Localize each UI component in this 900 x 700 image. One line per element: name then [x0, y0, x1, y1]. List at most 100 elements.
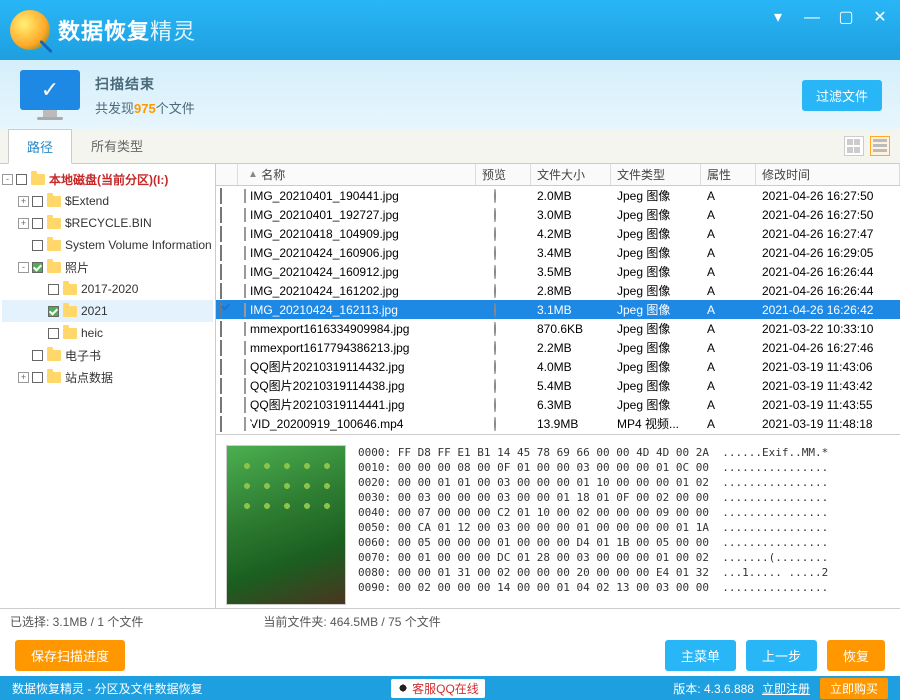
close-button[interactable]: ✕: [870, 8, 890, 28]
magnifier-icon[interactable]: [494, 265, 496, 279]
tab-all-types[interactable]: 所有类型: [72, 128, 162, 163]
tree-item[interactable]: +站点数据: [2, 366, 213, 388]
view-grid-button[interactable]: [844, 136, 864, 156]
magnifier-icon[interactable]: [494, 417, 496, 431]
tree-expander[interactable]: +: [18, 218, 29, 229]
magnifier-icon[interactable]: [494, 398, 496, 412]
magnifier-icon[interactable]: [494, 189, 496, 203]
tree-expander[interactable]: -: [2, 174, 13, 185]
col-checkbox[interactable]: [216, 164, 238, 185]
scan-status-title: 扫描结束: [95, 74, 195, 94]
file-row[interactable]: QQ图片20210319114438.jpg5.4MBJpeg 图像A2021-…: [216, 376, 900, 395]
file-row[interactable]: QQ图片20210319114441.jpg6.3MBJpeg 图像A2021-…: [216, 395, 900, 414]
tree-item[interactable]: 2021: [2, 300, 213, 322]
titlebar: 数据恢复精灵 ▾ — ▢ ✕: [0, 0, 900, 60]
magnifier-icon[interactable]: [494, 303, 496, 317]
view-list-button[interactable]: [870, 136, 890, 156]
magnifier-icon[interactable]: [494, 379, 496, 393]
tree-item[interactable]: System Volume Information: [2, 234, 213, 256]
magnifier-icon[interactable]: [494, 322, 496, 336]
magnifier-icon[interactable]: [494, 284, 496, 298]
folder-tree[interactable]: -本地磁盘(当前分区)(I:)+$Extend+$RECYCLE.BINSyst…: [0, 164, 216, 608]
file-row[interactable]: IMG_20210424_161202.jpg2.8MBJpeg 图像A2021…: [216, 281, 900, 300]
tree-expander[interactable]: [18, 240, 29, 251]
tree-expander[interactable]: +: [18, 372, 29, 383]
minimize-button[interactable]: —: [802, 8, 822, 28]
file-row[interactable]: QQ图片20210319114432.jpg4.0MBJpeg 图像A2021-…: [216, 357, 900, 376]
register-link[interactable]: 立即注册: [762, 680, 810, 697]
tree-checkbox[interactable]: [48, 328, 59, 339]
tree-checkbox[interactable]: [32, 240, 43, 251]
file-row[interactable]: IMG_20210401_192727.jpg3.0MBJpeg 图像A2021…: [216, 205, 900, 224]
dropdown-icon[interactable]: ▾: [768, 8, 788, 28]
filter-files-button[interactable]: 过滤文件: [802, 80, 882, 111]
magnifier-icon[interactable]: [494, 227, 496, 241]
tree-expander[interactable]: [34, 284, 45, 295]
col-modified[interactable]: 修改时间: [756, 164, 900, 185]
file-checkbox[interactable]: [220, 245, 222, 261]
tree-checkbox[interactable]: [32, 196, 43, 207]
col-attr[interactable]: 属性: [701, 164, 756, 185]
file-checkbox[interactable]: [220, 188, 222, 204]
prev-step-button[interactable]: 上一步: [746, 640, 817, 671]
col-type[interactable]: 文件类型: [611, 164, 701, 185]
col-size[interactable]: 文件大小: [531, 164, 611, 185]
tree-checkbox[interactable]: [32, 372, 43, 383]
magnifier-icon[interactable]: [494, 360, 496, 374]
save-progress-button[interactable]: 保存扫描进度: [15, 640, 125, 671]
tree-checkbox[interactable]: [32, 350, 43, 361]
tree-item[interactable]: +$Extend: [2, 190, 213, 212]
file-row[interactable]: mmexport1616334909984.jpg870.6KBJpeg 图像A…: [216, 319, 900, 338]
magnifier-icon[interactable]: [494, 341, 496, 355]
tree-checkbox[interactable]: [32, 262, 43, 273]
file-row[interactable]: IMG_20210424_162113.jpg3.1MBJpeg 图像A2021…: [216, 300, 900, 319]
file-row[interactable]: IMG_20210424_160906.jpg3.4MBJpeg 图像A2021…: [216, 243, 900, 262]
file-checkbox[interactable]: [220, 359, 222, 375]
file-checkbox[interactable]: [220, 226, 222, 242]
tree-item[interactable]: heic: [2, 322, 213, 344]
file-name: IMG_20210424_162113.jpg: [250, 303, 398, 317]
file-checkbox[interactable]: [220, 302, 222, 318]
file-checkbox[interactable]: [220, 340, 222, 356]
main-menu-button[interactable]: 主菜单: [665, 640, 736, 671]
file-row[interactable]: mmexport1617794386213.jpg2.2MBJpeg 图像A20…: [216, 338, 900, 357]
tree-item[interactable]: -本地磁盘(当前分区)(I:): [2, 168, 213, 190]
tree-item[interactable]: 2017-2020: [2, 278, 213, 300]
file-row[interactable]: IMG_20210401_190441.jpg2.0MBJpeg 图像A2021…: [216, 186, 900, 205]
file-checkbox[interactable]: [220, 283, 222, 299]
magnifier-icon[interactable]: [494, 246, 496, 260]
tree-expander[interactable]: -: [18, 262, 29, 273]
file-checkbox[interactable]: [220, 416, 222, 432]
file-list[interactable]: IMG_20210401_190441.jpg2.0MBJpeg 图像A2021…: [216, 186, 900, 434]
tree-expander[interactable]: [34, 328, 45, 339]
maximize-button[interactable]: ▢: [836, 8, 856, 28]
col-preview[interactable]: 预览: [476, 164, 531, 185]
tree-item[interactable]: -照片: [2, 256, 213, 278]
file-checkbox[interactable]: [220, 264, 222, 280]
file-checkbox[interactable]: [220, 321, 222, 337]
tree-expander[interactable]: [18, 350, 29, 361]
tree-checkbox[interactable]: [48, 306, 59, 317]
file-checkbox[interactable]: [220, 397, 222, 413]
tree-item[interactable]: 电子书: [2, 344, 213, 366]
tree-checkbox[interactable]: [16, 174, 27, 185]
file-checkbox[interactable]: [220, 378, 222, 394]
image-icon: [244, 227, 246, 241]
file-row[interactable]: IMG_20210424_160912.jpg3.5MBJpeg 图像A2021…: [216, 262, 900, 281]
qq-support-button[interactable]: 客服QQ在线: [391, 679, 485, 698]
tree-expander[interactable]: [34, 306, 45, 317]
tab-path[interactable]: 路径: [8, 129, 72, 164]
recover-button[interactable]: 恢复: [827, 640, 885, 671]
tree-expander[interactable]: +: [18, 196, 29, 207]
tree-item[interactable]: +$RECYCLE.BIN: [2, 212, 213, 234]
file-row[interactable]: IMG_20210418_104909.jpg4.2MBJpeg 图像A2021…: [216, 224, 900, 243]
buy-button[interactable]: 立即购买: [820, 678, 888, 699]
file-row[interactable]: VID_20200919_100646.mp413.9MBMP4 视频...A2…: [216, 414, 900, 433]
file-attr: A: [701, 322, 756, 336]
tree-checkbox[interactable]: [48, 284, 59, 295]
file-checkbox[interactable]: [220, 207, 222, 223]
magnifier-icon[interactable]: [494, 208, 496, 222]
col-name[interactable]: ▲ 名称: [238, 164, 476, 185]
tree-checkbox[interactable]: [32, 218, 43, 229]
file-attr: A: [701, 284, 756, 298]
